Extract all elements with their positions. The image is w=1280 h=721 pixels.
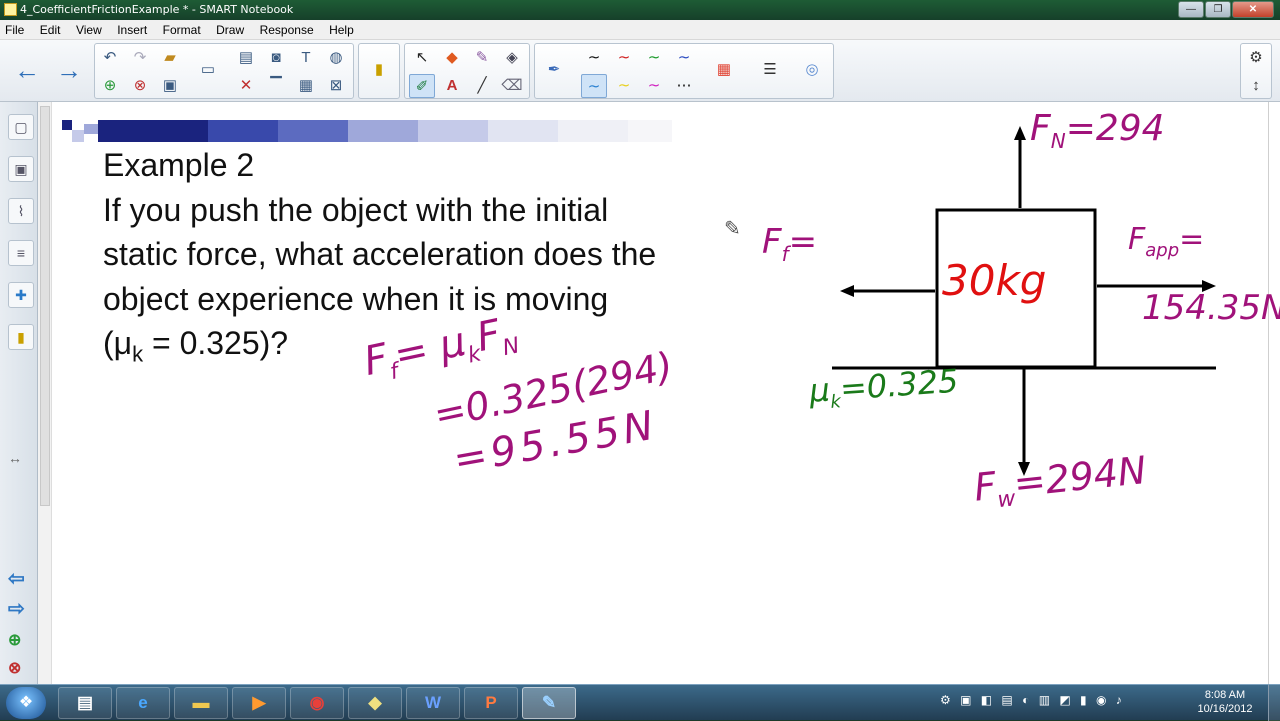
taskbar-internet-explorer-icon[interactable]: e — [116, 687, 170, 719]
start-button[interactable]: ❖ — [6, 687, 46, 719]
clock-time: 8:08 AM — [1204, 689, 1246, 701]
applied-force-value[interactable]: 154.35N — [1142, 288, 1280, 328]
windows-taskbar: ❖ ▤ e ▬ ▶ ◉ ◆ W P ✎ ⚙ ▣ ◧ ▤ ◐ ▥ ◩ ▮ ◉ ♪ … — [0, 684, 1280, 721]
fn-letter: F — [1030, 108, 1051, 149]
system-tray-icons[interactable]: ⚙ ▣ ◧ ▤ ◐ ▥ ◩ ▮ ◉ ♪ — [940, 693, 1125, 707]
windows-logo-icon: ❖ — [18, 694, 34, 711]
fn-value: =294 — [1065, 108, 1165, 149]
taskbar-powerpoint-icon[interactable]: P — [464, 687, 518, 719]
fapp-subscript: app — [1145, 240, 1180, 261]
normal-force-label[interactable]: FN=294 — [1030, 108, 1165, 153]
fn-subscript: N — [1050, 129, 1066, 154]
fapp-letter: F — [1128, 222, 1146, 257]
mu-k-letter: μ — [808, 370, 831, 410]
taskbar-explorer-libraries-icon[interactable]: ▤ — [58, 687, 112, 719]
taskbar-smart-notebook-icon[interactable]: ✎ — [522, 687, 576, 719]
taskbar-notes-icon[interactable]: ◆ — [348, 687, 402, 719]
ff-left-letter: F — [762, 222, 782, 262]
fw-letter: F — [972, 463, 999, 510]
clock-date: 10/16/2012 — [1197, 703, 1253, 715]
taskbar-word-icon[interactable]: W — [406, 687, 460, 719]
fapp-equals: = — [1179, 222, 1205, 257]
mu-k-value: =0.325 — [838, 361, 960, 408]
ff-left-subscript: f — [781, 241, 789, 266]
taskbar-chrome-icon[interactable]: ◉ — [290, 687, 344, 719]
smart-notebook-window: 4_CoefficientFrictionExample * - SMART N… — [0, 0, 1280, 721]
system-clock[interactable]: 8:08 AM 10/16/2012 — [1190, 688, 1260, 716]
normal-force-arrowhead — [1014, 126, 1026, 140]
taskbar-media-player-icon[interactable]: ▶ — [232, 687, 286, 719]
ff-left-equals: = — [788, 222, 818, 262]
applied-force-label[interactable]: Fapp= — [1128, 222, 1204, 261]
show-desktop-button[interactable] — [1268, 685, 1280, 721]
friction-force-label[interactable]: Ff= — [762, 222, 817, 266]
mass-label[interactable]: 30kg — [942, 256, 1046, 305]
taskbar-folder-icon[interactable]: ▬ — [174, 687, 228, 719]
friction-force-arrowhead — [840, 285, 854, 297]
